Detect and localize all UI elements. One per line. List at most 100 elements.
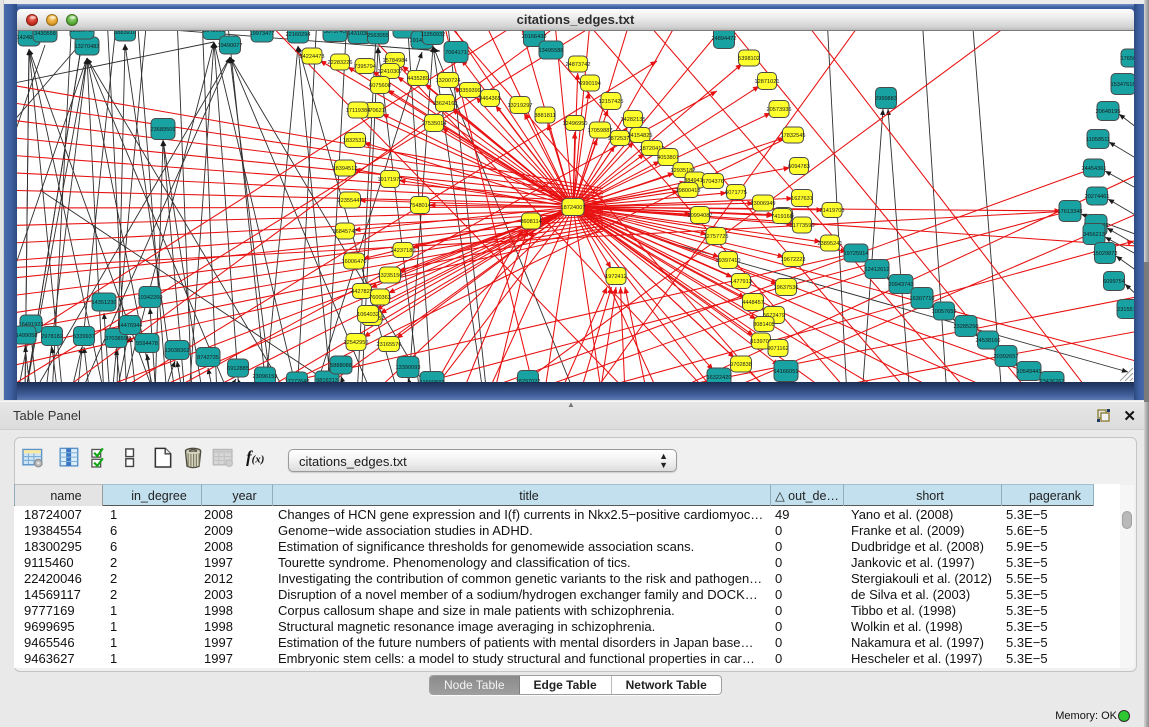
- svg-text:19171977: 19171977: [378, 177, 403, 183]
- svg-text:13495588: 13495588: [539, 48, 564, 54]
- svg-text:13235150: 13235150: [378, 273, 403, 279]
- svg-text:13270483: 13270483: [75, 44, 100, 50]
- svg-text:16006470: 16006470: [342, 259, 367, 265]
- svg-text:20392657: 20392657: [994, 354, 1019, 360]
- svg-text:14282135: 14282135: [621, 117, 646, 123]
- svg-text:7548014: 7548014: [409, 203, 431, 209]
- svg-text:11690833: 11690833: [420, 380, 444, 382]
- svg-text:6099754: 6099754: [1103, 279, 1125, 285]
- svg-text:20648195: 20648195: [1096, 109, 1121, 115]
- svg-text:23689509: 23689509: [151, 127, 176, 133]
- svg-text:12871021: 12871021: [755, 79, 780, 85]
- svg-text:19637536: 19637536: [774, 285, 799, 291]
- svg-text:15784984: 15784984: [383, 58, 408, 64]
- svg-text:13624162: 13624162: [433, 101, 458, 107]
- svg-text:16845747: 16845747: [333, 229, 358, 235]
- svg-text:14351230: 14351230: [92, 300, 117, 306]
- svg-text:5888088: 5888088: [330, 363, 352, 369]
- svg-text:24538166: 24538166: [976, 338, 1001, 344]
- svg-text:2315577: 2315577: [1117, 307, 1134, 313]
- svg-text:19725914: 19725914: [844, 251, 869, 257]
- svg-text:(x): (x): [252, 454, 265, 466]
- svg-text:7064171: 7064171: [445, 50, 467, 56]
- svg-text:20166438: 20166438: [522, 34, 547, 40]
- svg-text:2978182: 2978182: [41, 334, 63, 340]
- svg-text:18724007: 18724007: [561, 205, 586, 211]
- svg-text:19973477: 19973477: [250, 31, 275, 37]
- svg-text:19672223: 19672223: [781, 257, 806, 263]
- svg-text:21773590: 21773590: [790, 223, 815, 229]
- svg-text:3703859: 3703859: [105, 336, 127, 342]
- svg-text:2563055: 2563055: [367, 33, 389, 39]
- svg-text:18026717: 18026717: [70, 31, 95, 34]
- svg-text:20573936: 20573936: [767, 107, 792, 113]
- svg-text:1064032: 1064032: [357, 312, 379, 318]
- svg-text:4053807: 4053807: [657, 155, 679, 161]
- svg-text:21499058: 21499058: [17, 333, 37, 339]
- svg-text:5594478: 5594478: [136, 341, 158, 347]
- svg-text:15347616: 15347616: [1111, 82, 1134, 88]
- svg-text:11350932: 11350932: [421, 32, 445, 38]
- svg-text:21419705: 21419705: [820, 208, 845, 214]
- svg-text:23096153: 23096153: [253, 374, 278, 380]
- svg-text:4435289: 4435289: [407, 76, 429, 82]
- svg-text:3883910: 3883910: [114, 31, 136, 36]
- svg-text:7395794: 7395794: [354, 64, 376, 70]
- svg-text:10549441: 10549441: [1017, 369, 1042, 375]
- svg-text:3430558: 3430558: [34, 31, 56, 37]
- svg-text:11058511: 11058511: [1086, 137, 1110, 143]
- svg-text:1972412: 1972412: [605, 274, 627, 280]
- svg-text:17272648: 17272648: [285, 379, 310, 382]
- svg-text:6912885: 6912885: [227, 366, 249, 372]
- svg-text:24237180: 24237180: [391, 248, 416, 254]
- svg-text:23006949: 23006949: [751, 201, 776, 207]
- svg-text:19490077: 19490077: [218, 43, 243, 49]
- svg-text:6075608: 6075608: [369, 83, 391, 89]
- svg-text:20994087: 20994087: [688, 213, 713, 219]
- svg-text:8742735: 8742735: [197, 355, 219, 361]
- svg-text:12157425: 12157425: [599, 99, 624, 105]
- svg-text:14224473: 14224473: [300, 54, 325, 60]
- svg-text:1477913: 1477913: [730, 279, 752, 285]
- svg-text:24873742: 24873742: [566, 62, 591, 68]
- svg-text:15029873: 15029873: [1093, 251, 1118, 257]
- svg-text:4448457: 4448457: [742, 300, 764, 306]
- svg-text:18394512: 18394512: [333, 166, 358, 172]
- svg-text:19800418: 19800418: [676, 188, 701, 194]
- svg-text:17613348: 17613348: [1058, 209, 1083, 215]
- svg-text:13038362: 13038362: [165, 348, 190, 354]
- svg-text:16307710: 16307710: [910, 296, 935, 302]
- svg-text:3456213: 3456213: [1083, 232, 1105, 238]
- svg-text:17119384: 17119384: [346, 108, 370, 114]
- svg-text:16322420: 16322420: [707, 375, 732, 381]
- svg-text:17059887: 17059887: [588, 128, 613, 134]
- svg-text:7419168: 7419168: [771, 214, 793, 220]
- svg-text:9702838: 9702838: [730, 362, 752, 368]
- svg-text:23436262: 23436262: [1040, 379, 1065, 382]
- svg-text:7600363: 7600363: [369, 295, 391, 301]
- svg-text:8081405: 8081405: [753, 322, 775, 328]
- svg-text:8608114: 8608114: [520, 219, 541, 225]
- svg-text:6094783: 6094783: [788, 164, 810, 170]
- svg-text:12496950: 12496950: [563, 121, 588, 127]
- svg-text:3881811: 3881811: [534, 113, 555, 119]
- svg-text:6071775: 6071775: [725, 190, 747, 196]
- svg-text:12410307: 12410307: [378, 69, 403, 75]
- svg-text:5398102: 5398102: [738, 56, 760, 62]
- svg-text:23285250: 23285250: [954, 324, 979, 330]
- svg-text:6704376: 6704376: [702, 179, 724, 185]
- svg-text:13390093: 13390093: [396, 365, 421, 371]
- svg-text:22355447: 22355447: [338, 198, 363, 204]
- svg-text:23895241: 23895241: [818, 241, 843, 247]
- svg-text:13219297: 13219297: [508, 103, 533, 109]
- svg-text:5339937: 5339937: [73, 334, 95, 340]
- svg-text:19397410: 19397410: [716, 258, 741, 264]
- svg-text:23165576: 23165576: [377, 342, 402, 348]
- svg-text:9816313: 9816313: [316, 378, 338, 382]
- svg-text:14476944: 14476944: [118, 323, 143, 329]
- svg-text:14166051: 14166051: [774, 369, 799, 375]
- svg-text:10057659: 10057659: [932, 309, 957, 315]
- svg-text:20943743: 20943743: [889, 282, 914, 288]
- svg-text:13200724: 13200724: [436, 78, 461, 84]
- svg-text:17535014: 17535014: [422, 121, 447, 127]
